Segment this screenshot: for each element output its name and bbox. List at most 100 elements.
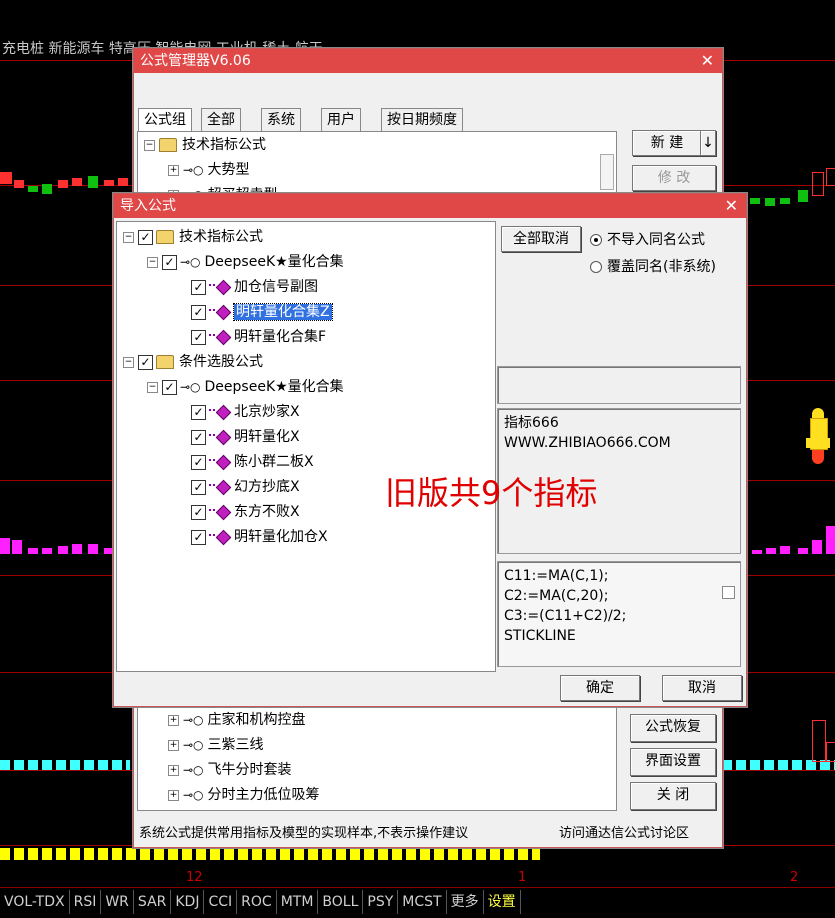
import-close-icon[interactable]: ✕ (725, 194, 738, 218)
candle (88, 176, 98, 188)
candle (812, 172, 824, 196)
code-checkbox[interactable] (722, 586, 735, 599)
indicator-bar (72, 544, 82, 554)
tab-more[interactable]: 更多 (447, 890, 484, 914)
checkbox-checked[interactable]: ✓ (138, 229, 153, 245)
tab-mtm[interactable]: MTM (277, 890, 319, 914)
yellow-bars (0, 848, 540, 860)
formula-gem-icon (215, 504, 232, 520)
checkbox-checked[interactable]: ✓ (138, 354, 153, 370)
radio-skip-same-name[interactable]: 不导入同名公式 (590, 229, 705, 249)
manager-close-icon[interactable]: ✕ (701, 49, 714, 73)
tab-user[interactable]: 用户 (321, 108, 361, 131)
import-title: 导入公式 (120, 198, 176, 214)
checkbox-checked[interactable]: ✓ (191, 504, 206, 520)
checkbox-checked[interactable]: ✓ (191, 454, 206, 470)
tree-node-feiniu[interactable]: + ⊸○ 飞牛分时套装 (168, 760, 292, 782)
import-item[interactable]: ✓ 加仓信号副图 (191, 277, 318, 299)
tree-node-intraday-accum[interactable]: + ⊸○ 分时主力低位吸筹 (168, 785, 320, 807)
indicator-bar (826, 526, 835, 554)
volume-bars (0, 760, 130, 770)
ui-settings-button[interactable]: 界面设置 (630, 748, 716, 776)
new-dropdown-icon[interactable]: ↓ (700, 130, 716, 156)
indicator-bar (12, 540, 22, 554)
tree-node-trend[interactable]: + ⊸○ 大势型 (168, 160, 250, 182)
cancel-button[interactable]: 取消 (662, 675, 742, 701)
import-group-tech[interactable]: − ✓ 技术指标公式 (123, 227, 263, 249)
radio-unselected[interactable] (590, 261, 602, 273)
candle (798, 190, 808, 202)
close-button[interactable]: 关 闭 (630, 782, 716, 810)
modify-button[interactable]: 修 改 (632, 165, 716, 191)
tab-formula-group[interactable]: 公式组 (138, 108, 192, 131)
checkbox-checked[interactable]: ✓ (191, 329, 206, 345)
tab-roc[interactable]: ROC (237, 890, 277, 914)
import-item[interactable]: ✓ 陈小群二板X (191, 452, 314, 474)
restore-formula-button[interactable]: 公式恢复 (630, 714, 716, 742)
import-sub-deepseek-2[interactable]: − ✓ ⊸○ DeepseeK★量化合集 (147, 377, 344, 399)
tab-kdj[interactable]: KDJ (171, 890, 205, 914)
indicator-bar (42, 548, 52, 554)
code-line: STICKLINE (504, 628, 576, 644)
indicator-bar (752, 550, 762, 554)
ok-button[interactable]: 确定 (560, 675, 640, 701)
import-item[interactable]: ✓ 北京炒家X (191, 402, 300, 424)
candle (28, 186, 38, 192)
tree-node-three-purple[interactable]: + ⊸○ 三紫三线 (168, 735, 264, 757)
import-sub-deepseek-1[interactable]: − ✓ ⊸○ DeepseeK★量化合集 (147, 252, 344, 274)
radio-overwrite[interactable]: 覆盖同名(非系统) (590, 256, 716, 276)
checkbox-checked[interactable]: ✓ (162, 254, 177, 270)
formula-gem-icon (215, 279, 232, 295)
import-group-screening[interactable]: − ✓ 条件选股公式 (123, 352, 263, 374)
volume-bar (812, 720, 826, 762)
checkbox-checked[interactable]: ✓ (191, 479, 206, 495)
tree-node-dealer-control[interactable]: + ⊸○ 庄家和机构控盘 (168, 710, 306, 732)
key-icon: ⊸○ (180, 255, 201, 269)
checkbox-checked[interactable]: ✓ (191, 404, 206, 420)
tab-boll[interactable]: BOLL (318, 890, 364, 914)
empty-panel (497, 366, 741, 404)
tab-all[interactable]: 全部 (201, 108, 241, 131)
tree-node-tech-indicators[interactable]: − 技术指标公式 (144, 135, 266, 157)
new-button[interactable]: 新 建 (632, 130, 702, 156)
indicator-bar (28, 548, 38, 554)
tab-wr[interactable]: WR (101, 890, 134, 914)
cancel-all-button[interactable]: 全部取消 (501, 226, 581, 252)
import-item[interactable]: ✓ 幻方抄底X (191, 477, 300, 499)
checkbox-checked[interactable]: ✓ (191, 304, 206, 320)
formula-gem-icon (215, 529, 232, 545)
indicator-bar (0, 538, 10, 554)
forum-link[interactable]: 访问通达信公式讨论区 (559, 822, 689, 841)
import-tree[interactable]: − ✓ 技术指标公式 − ✓ ⊸○ DeepseeK★量化合集 ✓ 加仓信号副图 ✓ 明轩量化… (116, 221, 496, 672)
candle (58, 180, 68, 188)
radio-selected[interactable] (590, 234, 602, 246)
tab-psy[interactable]: PSY (363, 890, 399, 914)
tab-cci[interactable]: CCI (204, 890, 238, 914)
candle (72, 178, 82, 186)
manager-titlebar: 公式管理器V6.06 ✕ (134, 49, 722, 73)
import-item[interactable]: ✓ 明轩量化加仓X (191, 527, 328, 549)
checkbox-checked[interactable]: ✓ (162, 379, 177, 395)
import-item[interactable]: ✓ 东方不败X (191, 502, 300, 524)
tab-sar[interactable]: SAR (134, 890, 172, 914)
key-icon: ⊸○ (180, 380, 201, 394)
tree-scrollbar[interactable] (600, 154, 614, 190)
import-item-selected[interactable]: ✓ 明轩量化合集Z (191, 302, 333, 324)
checkbox-checked[interactable]: ✓ (191, 279, 206, 295)
candle (14, 180, 24, 188)
checkbox-checked[interactable]: ✓ (191, 429, 206, 445)
formula-gem-icon (215, 479, 232, 495)
tab-settings[interactable]: 设置 (484, 890, 521, 914)
import-item[interactable]: ✓ 明轩量化合集F (191, 327, 326, 349)
import-item[interactable]: ✓ 明轩量化X (191, 427, 300, 449)
formula-gem-icon (215, 454, 232, 470)
tab-system[interactable]: 系统 (261, 108, 301, 131)
tab-vol-tdx[interactable]: VOL-TDX (0, 890, 70, 914)
tab-rsi[interactable]: RSI (70, 890, 102, 914)
tab-by-date-frequency[interactable]: 按日期频度 (381, 108, 463, 131)
candle (780, 198, 790, 204)
key-icon: ⊸○ (183, 788, 204, 802)
checkbox-checked[interactable]: ✓ (191, 529, 206, 545)
formula-code-panel[interactable]: C11:=MA(C,1); C2:=MA(C,20); C3:=(C11+C2)… (497, 561, 741, 667)
tab-mcst[interactable]: MCST (398, 890, 447, 914)
